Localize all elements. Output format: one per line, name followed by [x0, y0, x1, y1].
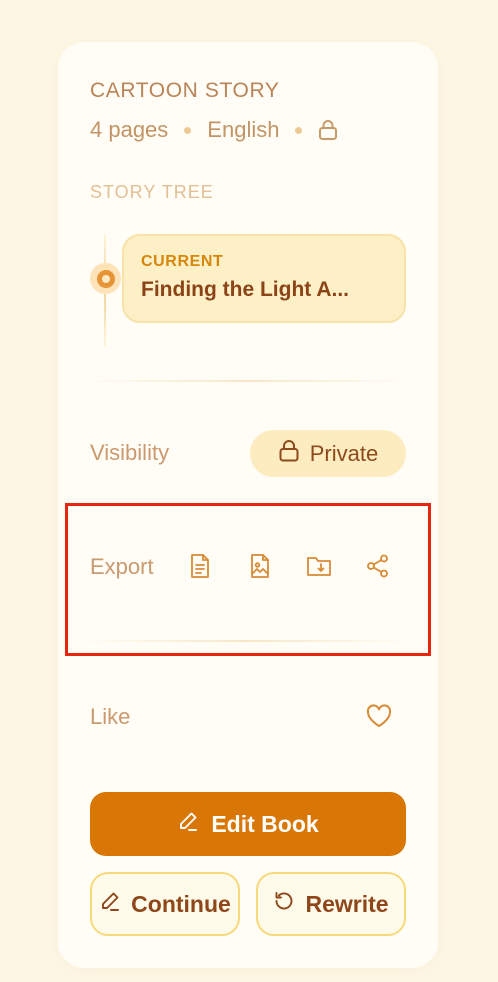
meta-separator [184, 126, 192, 134]
lock-icon [318, 119, 338, 141]
continue-label: Continue [131, 890, 231, 917]
rotate-icon [273, 890, 295, 918]
story-tree-node [90, 263, 121, 294]
page-count: 4 pages [90, 117, 169, 142]
story-tree-label: STORY TREE [90, 182, 214, 202]
visibility-label: Visibility [90, 440, 170, 465]
export-highlight-box [65, 503, 431, 656]
story-type-title: CARTOON STORY [90, 79, 280, 102]
continue-button[interactable]: Continue [90, 872, 240, 936]
visibility-toggle-button[interactable]: Private [250, 430, 406, 477]
pencil-icon [177, 810, 199, 838]
current-story-node[interactable]: CURRENT Finding the Light A... [122, 234, 406, 323]
edit-book-button[interactable]: Edit Book [90, 792, 406, 856]
story-info-card: CARTOON STORY 4 pages English STORY TREE… [58, 42, 438, 968]
rewrite-button[interactable]: Rewrite [256, 872, 406, 936]
current-tag: CURRENT [141, 253, 224, 270]
current-story-title: Finding the Light A... [141, 278, 350, 301]
heart-icon[interactable] [365, 703, 393, 734]
divider [82, 380, 412, 382]
rewrite-label: Rewrite [305, 890, 389, 917]
story-language: English [207, 117, 280, 142]
pencil-icon [99, 890, 121, 918]
like-label: Like [90, 704, 131, 729]
meta-separator [295, 126, 303, 134]
edit-book-label: Edit Book [211, 810, 319, 837]
visibility-value: Private [309, 440, 379, 466]
lock-icon [278, 439, 300, 469]
story-meta: 4 pages English [90, 117, 338, 143]
